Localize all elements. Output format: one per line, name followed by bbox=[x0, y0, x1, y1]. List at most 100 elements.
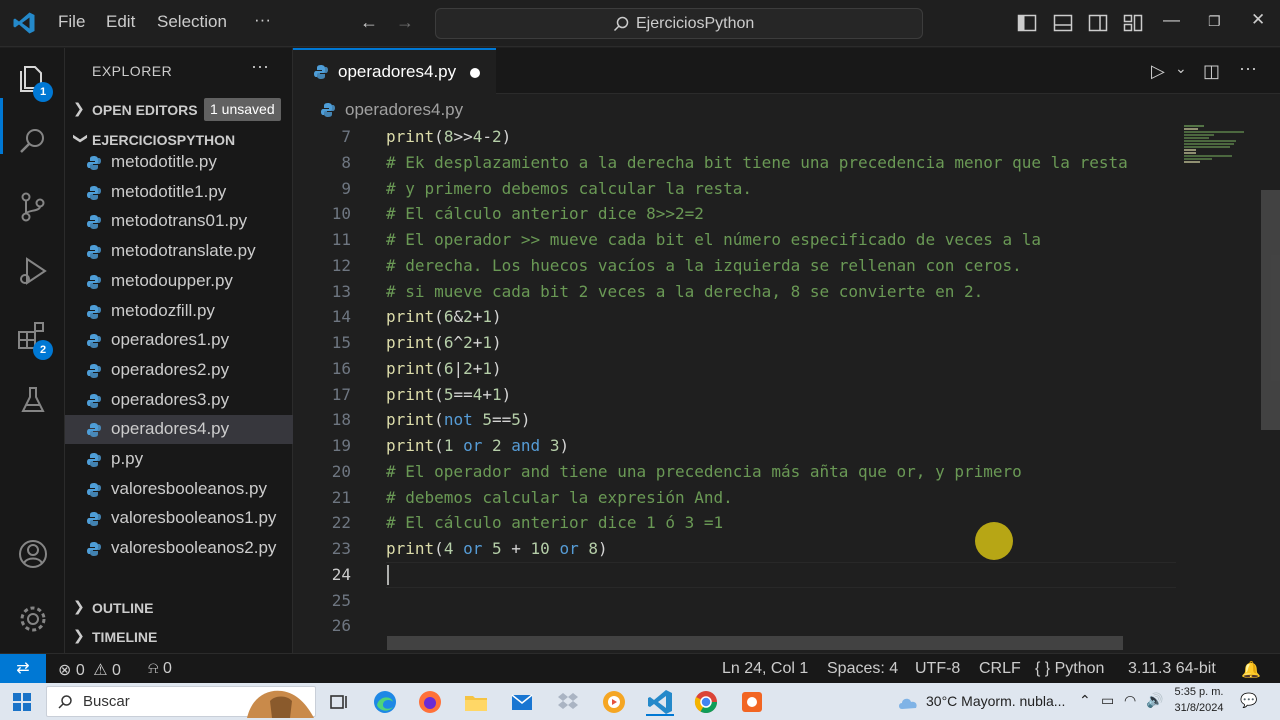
remote-indicator-button[interactable]: ⇄ bbox=[0, 654, 46, 684]
toggle-primary-sidebar-icon[interactable] bbox=[1017, 13, 1037, 33]
file-item[interactable]: operadores1.py bbox=[65, 326, 293, 355]
python-interpreter[interactable]: 3.11.3 64-bit bbox=[1128, 660, 1216, 678]
minimize-button[interactable]: — bbox=[1163, 10, 1180, 30]
network-icon[interactable]: ▭ bbox=[1101, 692, 1114, 709]
split-editor-button[interactable]: ◫ bbox=[1203, 61, 1220, 82]
run-python-file-button[interactable]: ▷ bbox=[1151, 61, 1165, 82]
toggle-secondary-sidebar-icon[interactable] bbox=[1088, 13, 1108, 33]
file-item[interactable]: metodoupper.py bbox=[65, 267, 293, 296]
code-token: ( bbox=[434, 127, 444, 146]
vscode-logo-icon[interactable] bbox=[12, 11, 36, 35]
code-line[interactable]: print(not 5==5) bbox=[386, 410, 531, 429]
encoding[interactable]: UTF-8 bbox=[915, 660, 960, 678]
code-line[interactable]: # y primero debemos calcular la resta. bbox=[386, 179, 752, 198]
search-icon[interactable] bbox=[15, 124, 51, 160]
close-button[interactable]: ✕ bbox=[1251, 10, 1265, 30]
file-item[interactable]: operadores2.py bbox=[65, 356, 293, 385]
gear-icon[interactable] bbox=[15, 601, 51, 637]
file-item[interactable]: metodotitle1.py bbox=[65, 178, 293, 207]
ports-indicator[interactable]: ⍾ 0 bbox=[148, 660, 172, 678]
clock-date[interactable]: 31/8/2024 bbox=[1172, 702, 1226, 714]
language-mode[interactable]: { } Python bbox=[1035, 660, 1104, 678]
code-line[interactable]: # debemos calcular la expresión And. bbox=[386, 488, 733, 507]
code-line[interactable]: # derecha. Los huecos vacíos a la izquie… bbox=[386, 256, 1022, 275]
code-line[interactable]: print(8>>4-2) bbox=[386, 127, 511, 146]
code-line[interactable]: # si mueve cada bit 2 veces a la derecha… bbox=[386, 282, 983, 301]
source-control-icon[interactable] bbox=[15, 189, 51, 225]
dropbox-icon[interactable] bbox=[554, 688, 582, 716]
code-line[interactable]: # El operador and tiene una precedencia … bbox=[386, 462, 1022, 481]
code-line[interactable]: # El cálculo anterior dice 1 ó 3 =1 bbox=[386, 513, 723, 532]
outline-section[interactable]: ❯ OUTLINE bbox=[65, 594, 293, 622]
code-line[interactable]: print(6&2+1) bbox=[386, 307, 502, 326]
volume-icon[interactable]: 🔊 bbox=[1146, 692, 1163, 709]
file-item[interactable]: metodotrans01.py bbox=[65, 207, 293, 236]
notification-center-icon[interactable]: 💬 bbox=[1240, 692, 1257, 709]
clock-time[interactable]: 5:35 p. m. bbox=[1172, 686, 1226, 698]
indentation[interactable]: Spaces: 4 bbox=[827, 660, 898, 678]
end-of-line[interactable]: CRLF bbox=[979, 660, 1021, 678]
breadcrumb-file[interactable]: operadores4.py bbox=[345, 100, 463, 120]
restore-button[interactable]: ❐ bbox=[1208, 13, 1221, 30]
file-item[interactable]: metodotitle.py bbox=[65, 148, 293, 177]
file-item[interactable]: valoresbooleanos1.py bbox=[65, 504, 293, 533]
file-item[interactable]: operadores3.py bbox=[65, 386, 293, 415]
code-token: ^ bbox=[453, 333, 464, 352]
code-line[interactable]: print(4 or 5 + 10 or 8) bbox=[386, 539, 608, 558]
open-editors-section[interactable]: ❯ OPEN EDITORS 1 unsaved bbox=[65, 96, 293, 124]
file-item[interactable]: p.py bbox=[65, 445, 293, 474]
code-line[interactable]: print(5==4+1) bbox=[386, 385, 511, 404]
timeline-section[interactable]: ❯ TIMELINE bbox=[65, 623, 293, 651]
code-token: 2 bbox=[463, 358, 473, 378]
code-line[interactable]: print(1 or 2 and 3) bbox=[386, 436, 569, 455]
menu-selection[interactable]: Selection bbox=[157, 12, 227, 32]
accounts-icon[interactable] bbox=[15, 536, 51, 572]
vscode-taskbar-icon[interactable] bbox=[646, 688, 674, 716]
vertical-scrollbar[interactable] bbox=[1261, 190, 1280, 430]
explorer-more-button[interactable]: ··· bbox=[251, 56, 269, 77]
tab-operadores4[interactable]: operadores4.py bbox=[293, 48, 496, 94]
testing-icon[interactable] bbox=[15, 382, 51, 418]
problems-indicator[interactable]: ⊗ 0 ⚠ 0 bbox=[58, 660, 121, 680]
task-view-icon[interactable] bbox=[325, 688, 353, 716]
menu-more[interactable]: ··· bbox=[254, 10, 271, 30]
code-line[interactable]: # El operador >> mueve cada bit el númer… bbox=[386, 230, 1041, 249]
mail-icon[interactable] bbox=[508, 688, 536, 716]
wifi-icon[interactable]: ◠ bbox=[1124, 692, 1136, 709]
nav-back-button[interactable]: ← bbox=[360, 12, 378, 33]
recorder-app-icon[interactable] bbox=[738, 688, 766, 716]
notifications-bell-icon[interactable]: 🔔 bbox=[1241, 660, 1261, 680]
run-menu-chevron-down-icon[interactable]: ⌄ bbox=[1175, 60, 1187, 77]
chrome-icon[interactable] bbox=[692, 688, 720, 716]
nav-forward-button[interactable]: → bbox=[396, 12, 414, 33]
code-line[interactable]: # Ek desplazamiento a la derecha bit tie… bbox=[386, 153, 1128, 172]
code-token: ) bbox=[559, 436, 570, 455]
menu-edit[interactable]: Edit bbox=[106, 12, 135, 32]
customize-layout-icon[interactable] bbox=[1123, 13, 1143, 33]
run-debug-icon[interactable] bbox=[15, 253, 51, 289]
media-player-icon[interactable] bbox=[600, 688, 628, 716]
edge-browser-icon[interactable] bbox=[371, 688, 399, 716]
tray-chevron-up-icon[interactable]: ⌃ bbox=[1079, 692, 1091, 709]
code-editor[interactable]: 7 8 9 10 11 12 13 14 15 16 17 18 19 20 21 22 23 24 25 26 pr… bbox=[293, 125, 1280, 653]
file-explorer-icon[interactable] bbox=[462, 688, 490, 716]
file-item[interactable]: metodotranslate.py bbox=[65, 237, 293, 266]
menu-file[interactable]: File bbox=[58, 12, 85, 32]
taskbar-search-box[interactable]: Buscar bbox=[46, 686, 316, 718]
editor-more-actions-button[interactable]: ··· bbox=[1239, 58, 1257, 79]
file-item[interactable]: valoresbooleanos.py bbox=[65, 475, 293, 504]
horizontal-scrollbar[interactable] bbox=[387, 636, 1123, 650]
file-item[interactable]: operadores4.py bbox=[65, 415, 293, 445]
toggle-panel-icon[interactable] bbox=[1053, 13, 1073, 33]
file-item[interactable]: valoresbooleanos2.py bbox=[65, 534, 293, 563]
firefox-icon[interactable] bbox=[416, 688, 444, 716]
code-line[interactable]: print(6|2+1) bbox=[386, 359, 502, 378]
code-line[interactable]: # El cálculo anterior dice 8>>2=2 bbox=[386, 204, 704, 223]
windows-start-icon[interactable] bbox=[13, 693, 31, 711]
file-item[interactable]: metodozfill.py bbox=[65, 297, 293, 326]
code-line[interactable]: print(6^2+1) bbox=[386, 333, 502, 352]
unsaved-dot-icon[interactable] bbox=[470, 68, 480, 78]
weather-widget[interactable]: 30°C Mayorm. nubla... bbox=[926, 693, 1065, 709]
cursor-position[interactable]: Ln 24, Col 1 bbox=[722, 660, 808, 678]
command-center-search[interactable]: EjerciciosPython bbox=[435, 8, 923, 39]
